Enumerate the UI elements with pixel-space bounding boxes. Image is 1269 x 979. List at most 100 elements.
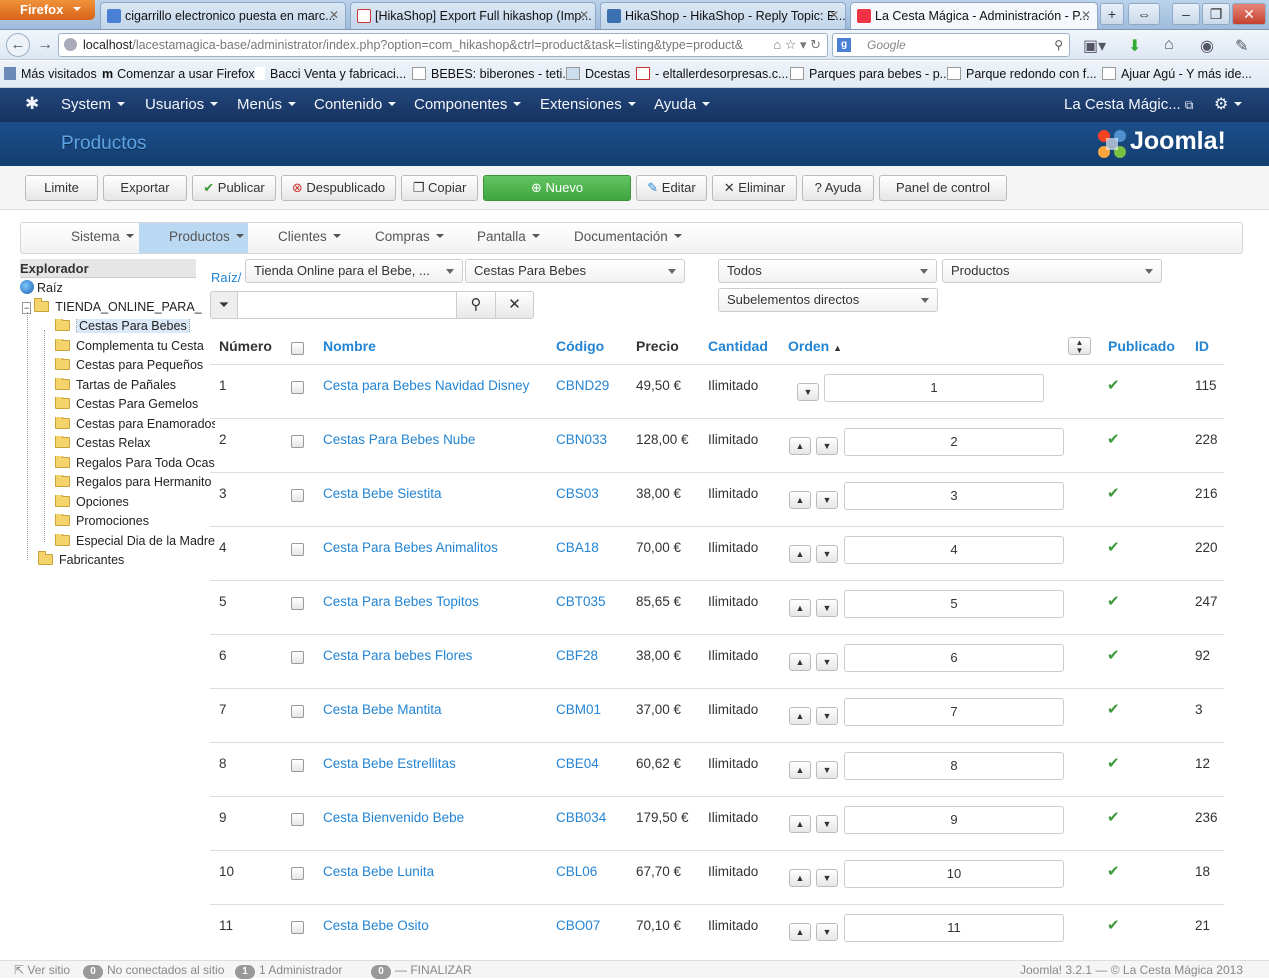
forward-icon[interactable]: → — [37, 36, 53, 54]
published-check-icon[interactable]: ✔ — [1107, 484, 1120, 502]
close-tab-icon[interactable]: ✕ — [1081, 8, 1091, 22]
product-name-link[interactable]: Cesta Para bebes Flores — [323, 648, 472, 663]
browser-tab[interactable]: cigarrillo electronico puesta en marc...… — [100, 2, 346, 29]
row-checkbox[interactable] — [291, 813, 304, 826]
published-check-icon[interactable]: ✔ — [1107, 754, 1120, 772]
move-up-icon[interactable]: ▲ — [789, 491, 811, 509]
row-checkbox[interactable] — [291, 381, 304, 394]
hika-menu-compras[interactable]: Compras — [375, 229, 444, 244]
nuevo-button[interactable]: ⊕ Nuevo — [483, 175, 631, 201]
move-down-icon[interactable]: ▼ — [816, 923, 838, 941]
header-cantidad[interactable]: Cantidad — [708, 338, 768, 354]
tree-category[interactable]: Regalos para Hermanito — [55, 475, 212, 489]
move-up-icon[interactable]: ▲ — [789, 707, 811, 725]
bookmark-item[interactable]: Más visitados — [4, 67, 97, 81]
exportar-button[interactable]: Exportar — [103, 175, 187, 201]
tree-category[interactable]: Complementa tu Cesta — [55, 338, 204, 353]
tree-category[interactable]: Especial Dia de la Madre — [55, 533, 215, 548]
category-select[interactable]: Cestas Para Bebes — [465, 259, 685, 283]
move-up-icon[interactable]: ▲ — [789, 923, 811, 941]
product-name-link[interactable]: Cesta para Bebes Navidad Disney — [323, 378, 529, 393]
move-up-icon[interactable]: ▲ — [789, 599, 811, 617]
order-input[interactable]: 10 — [844, 860, 1064, 888]
published-check-icon[interactable]: ✔ — [1107, 538, 1120, 556]
move-down-icon[interactable]: ▼ — [816, 545, 838, 563]
limite-button[interactable]: Limite — [25, 175, 98, 201]
tree-category[interactable]: Promociones — [55, 514, 149, 528]
product-code-link[interactable]: CBF28 — [556, 648, 598, 663]
firefox-menu-button[interactable]: Firefox — [0, 0, 95, 20]
product-code-link[interactable]: CBN033 — [556, 432, 607, 447]
product-name-link[interactable]: Cesta Bienvenido Bebe — [323, 810, 464, 825]
product-name-link[interactable]: Cesta Bebe Estrellitas — [323, 756, 456, 771]
move-up-icon[interactable]: ▲ — [789, 761, 811, 779]
bookmark-item[interactable]: Parque redondo con f... — [947, 67, 1097, 81]
bookmark-item[interactable]: BEBES: biberones - teti... — [412, 67, 573, 81]
eliminar-button[interactable]: ✕ Eliminar — [712, 175, 797, 201]
menu-usuarios[interactable]: Usuarios — [145, 96, 219, 113]
back-icon[interactable]: ← — [6, 33, 30, 57]
header-codigo[interactable]: Código — [556, 338, 604, 354]
browser-tab-active[interactable]: La Cesta Mágica - Administración - P... … — [850, 2, 1098, 29]
editar-button[interactable]: ✎ Editar — [636, 175, 707, 201]
order-input[interactable]: 8 — [844, 752, 1064, 780]
tree-category[interactable]: Cestas Para Gemelos — [55, 397, 198, 411]
bookmark-item[interactable]: m Comenzar a usar Firefox — [102, 67, 255, 81]
product-code-link[interactable]: CBND29 — [556, 378, 609, 393]
move-down-icon[interactable]: ▼ — [816, 599, 838, 617]
product-name-link[interactable]: Cesta Bebe Mantita — [323, 702, 442, 717]
product-name-link[interactable]: Cesta Bebe Siestita — [323, 486, 442, 501]
published-check-icon[interactable]: ✔ — [1107, 646, 1120, 664]
move-up-icon[interactable]: ▲ — [789, 815, 811, 833]
tree-category[interactable]: Regalos Para Toda Ocasion — [55, 455, 215, 470]
product-code-link[interactable]: CBB034 — [556, 810, 606, 825]
browser-tab[interactable]: HikaShop - HikaShop - Reply Topic: E... … — [600, 2, 846, 29]
menu-componentes[interactable]: Componentes — [414, 96, 522, 113]
bookmarks-menu-icon[interactable]: ▣▾ — [1083, 36, 1106, 56]
tree-category[interactable]: Cestas para Enamorados — [55, 416, 215, 431]
move-up-icon[interactable]: ▲ — [789, 437, 811, 455]
bookmark-item[interactable]: - eltallerdesorpresas.c... — [636, 67, 788, 81]
row-checkbox[interactable] — [291, 489, 304, 502]
depth-select[interactable]: Subelementos directos — [718, 288, 938, 312]
tree-category[interactable]: Cestas para Pequeños — [55, 358, 203, 372]
maximize-icon[interactable]: ❐ — [1202, 3, 1230, 25]
hika-menu-productos[interactable]: Productos — [169, 229, 244, 244]
menu-contenido[interactable]: Contenido — [314, 96, 397, 113]
bookmark-item[interactable]: Bacci Venta y fabricaci... — [255, 67, 406, 81]
tree-category[interactable]: Tartas de Pañales — [55, 377, 176, 392]
hika-menu-sistema[interactable]: Sistema — [71, 229, 134, 244]
product-name-link[interactable]: Cesta Para Bebes Topitos — [323, 594, 479, 609]
move-down-icon[interactable]: ▼ — [816, 437, 838, 455]
close-tab-icon[interactable]: ✕ — [329, 8, 339, 22]
breadcrumb-root-link[interactable]: Raíz/ — [211, 270, 241, 285]
product-name-link[interactable]: Cesta Bebe Osito — [323, 918, 429, 933]
search-input[interactable]: g Google ⚲ — [832, 33, 1070, 57]
move-down-icon[interactable]: ▼ — [816, 761, 838, 779]
browser-tab[interactable]: [HikaShop] Export Full hikashop (Imp... … — [350, 2, 596, 29]
move-down-icon[interactable]: ▼ — [816, 869, 838, 887]
tab-list-icon[interactable]: ⇔ — [1128, 3, 1160, 25]
url-bar[interactable]: localhost/lacestamagica-base/administrat… — [58, 33, 828, 57]
product-code-link[interactable]: CBM01 — [556, 702, 601, 717]
tree-category[interactable]: Opciones — [55, 494, 129, 509]
order-input[interactable]: 9 — [844, 806, 1064, 834]
published-check-icon[interactable]: ✔ — [1107, 430, 1120, 448]
product-code-link[interactable]: CBA18 — [556, 540, 599, 555]
store-select[interactable]: Tienda Online para el Bebe, ... — [245, 259, 463, 283]
menu-menus[interactable]: Menús — [237, 96, 297, 113]
order-input[interactable]: 5 — [844, 590, 1064, 618]
published-check-icon[interactable]: ✔ — [1107, 592, 1120, 610]
download-icon[interactable]: ⬇ — [1128, 36, 1141, 56]
tree-category[interactable]: Cestas Para Bebes — [55, 319, 190, 333]
type-select[interactable]: Productos — [942, 259, 1162, 283]
row-checkbox[interactable] — [291, 435, 304, 448]
move-up-icon[interactable]: ▲ — [789, 653, 811, 671]
order-input[interactable]: 4 — [844, 536, 1064, 564]
header-orden[interactable]: Orden ▲ — [788, 338, 842, 354]
new-tab-button[interactable]: + — [1100, 3, 1124, 25]
move-down-icon[interactable]: ▼ — [816, 707, 838, 725]
tree-root[interactable]: Raíz — [20, 280, 63, 295]
settings-gear-icon[interactable]: ⚙ — [1214, 94, 1243, 114]
order-input[interactable]: 6 — [844, 644, 1064, 672]
